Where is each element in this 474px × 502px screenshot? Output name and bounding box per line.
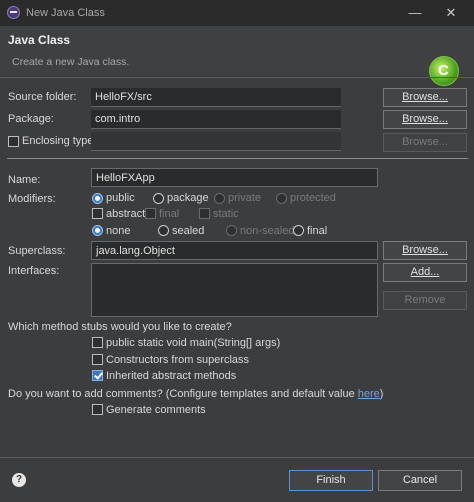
window-title: New Java Class <box>26 7 105 19</box>
java-class-logo-icon: C <box>429 56 459 86</box>
comments-question-suffix: ) <box>379 388 384 400</box>
modifier-package-label: package <box>167 192 209 204</box>
modifier-abstract-checkbox[interactable] <box>92 208 103 219</box>
comments-question-prefix: Do you want to add comments? (Configure … <box>8 388 358 400</box>
page-description: Create a new Java class. <box>12 56 130 68</box>
stub-main-label: public static void main(String[] args) <box>106 337 281 349</box>
help-icon[interactable]: ? <box>12 473 26 487</box>
source-folder-browse-button[interactable]: Browse... <box>383 88 467 107</box>
enclosing-type-browse-button[interactable]: Browse... <box>383 133 467 152</box>
interfaces-remove-button[interactable]: Remove <box>383 291 467 310</box>
source-folder-label: Source folder: <box>8 91 77 103</box>
modifier-static-checkbox[interactable] <box>199 208 210 219</box>
close-button[interactable]: ✕ <box>434 0 468 26</box>
inheritance-sealed-radio[interactable] <box>158 225 169 236</box>
stub-constructors-label: Constructors from superclass <box>106 354 250 366</box>
inheritance-non-sealed-label: non-sealed <box>240 225 295 237</box>
name-label: Name: <box>8 174 41 186</box>
modifier-private-radio[interactable] <box>214 193 225 204</box>
package-input[interactable]: com.intro <box>91 110 341 129</box>
superclass-input[interactable]: java.lang.Object <box>91 241 378 260</box>
stub-main-checkbox[interactable] <box>92 337 103 348</box>
modifier-static-label: static <box>213 208 239 220</box>
inheritance-final-radio[interactable] <box>293 225 304 236</box>
source-folder-input[interactable]: HelloFX/src <box>91 88 341 107</box>
title-bar: New Java Class — ✕ <box>0 0 474 26</box>
wizard-header: Java Class Create a new Java class. C <box>0 26 474 86</box>
stub-constructors-checkbox[interactable] <box>92 354 103 365</box>
interfaces-label: Interfaces: <box>8 265 60 277</box>
modifier-package-radio[interactable] <box>153 193 164 204</box>
generate-comments-label: Generate comments <box>106 404 206 416</box>
comments-question: Do you want to add comments? (Configure … <box>8 388 383 400</box>
cancel-button[interactable]: Cancel <box>378 470 462 491</box>
inheritance-none-label: none <box>106 225 131 237</box>
modifier-public-radio[interactable] <box>92 193 103 204</box>
modifiers-label: Modifiers: <box>8 193 56 205</box>
modifier-protected-label: protected <box>290 192 336 204</box>
stub-inherited-abstract-label: Inherited abstract methods <box>106 370 237 382</box>
class-name-input[interactable]: HelloFXApp <box>91 168 378 187</box>
templates-here-link[interactable]: here <box>358 388 380 400</box>
package-browse-button[interactable]: Browse... <box>383 110 467 129</box>
modifier-protected-radio[interactable] <box>276 193 287 204</box>
modifier-abstract-label: abstract <box>106 208 146 220</box>
enclosing-type-label: Enclosing type: <box>22 135 97 147</box>
package-label: Package: <box>8 113 54 125</box>
inheritance-final-label: final <box>307 225 328 237</box>
interfaces-list[interactable] <box>91 263 378 317</box>
modifier-final-checkbox[interactable] <box>145 208 156 219</box>
minimize-button[interactable]: — <box>398 0 432 26</box>
modifier-private-label: private <box>228 192 262 204</box>
page-title: Java Class <box>8 33 71 47</box>
superclass-label: Superclass: <box>8 245 66 257</box>
inheritance-non-sealed-radio[interactable] <box>226 225 237 236</box>
inheritance-sealed-label: sealed <box>172 225 205 237</box>
modifier-public-label: public <box>106 192 135 204</box>
inheritance-none-radio[interactable] <box>92 225 103 236</box>
enclosing-type-checkbox[interactable] <box>8 136 19 147</box>
method-stubs-question: Which method stubs would you like to cre… <box>8 321 232 333</box>
superclass-browse-button[interactable]: Browse... <box>383 241 467 260</box>
section-divider <box>7 158 468 159</box>
interfaces-add-button[interactable]: Add... <box>383 263 467 282</box>
header-divider <box>0 77 474 78</box>
finish-button[interactable]: Finish <box>289 470 373 491</box>
eclipse-app-icon <box>7 6 20 19</box>
generate-comments-checkbox[interactable] <box>92 404 103 415</box>
enclosing-type-input[interactable] <box>91 132 341 151</box>
footer-divider <box>0 457 474 458</box>
stub-inherited-abstract-checkbox[interactable] <box>92 370 103 381</box>
modifier-final-label: final <box>159 208 180 220</box>
